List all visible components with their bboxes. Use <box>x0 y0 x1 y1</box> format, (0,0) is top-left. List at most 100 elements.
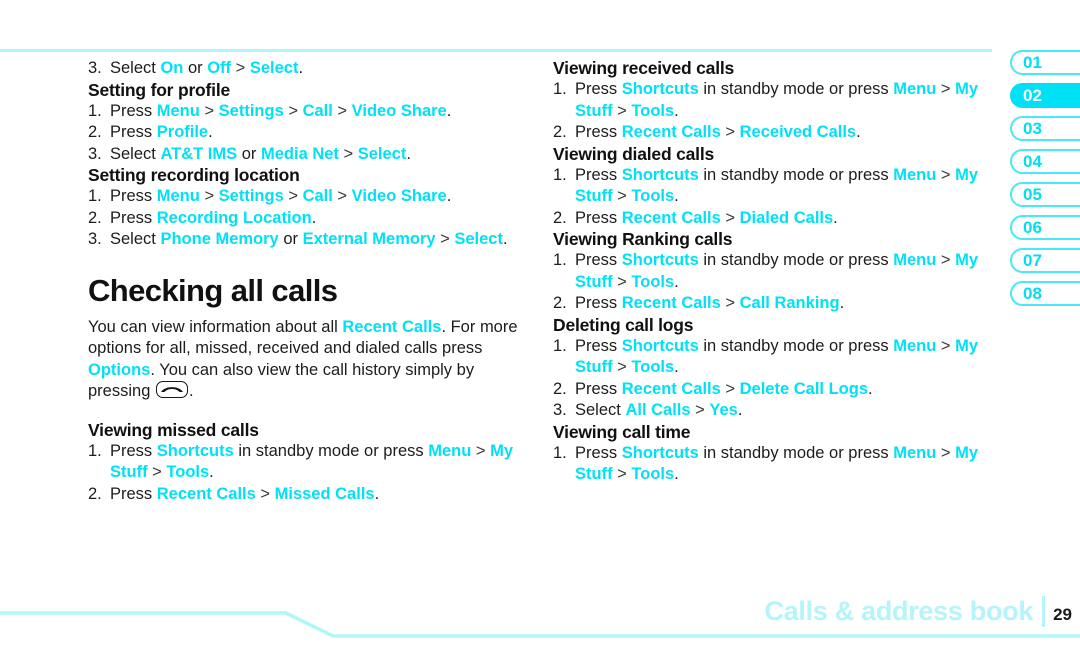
chapter-tab-08[interactable]: 08 <box>1010 281 1080 306</box>
step-number: 1. <box>88 101 102 120</box>
step-text: Press <box>575 336 622 355</box>
steps-viewing-ranking-calls: 1. Press Shortcuts in standby mode or pr… <box>553 250 993 315</box>
keyword-menu: Menu <box>156 187 200 205</box>
step-number: 2. <box>88 484 102 503</box>
step-text: in standby mode or press <box>698 251 894 269</box>
end-call-key-icon <box>155 381 188 398</box>
keyword-att-ims: AT&T IMS <box>160 144 238 163</box>
step-text: Press <box>575 443 622 462</box>
step-number: 2. <box>88 123 102 141</box>
steps-viewing-missed-calls: 1. Press Shortcuts in standby mode or pr… <box>88 441 528 506</box>
heading-viewing-missed-calls: Viewing missed calls <box>88 419 259 440</box>
step-text: in standby mode or press <box>698 336 894 355</box>
step-separator: > <box>936 336 956 355</box>
step-separator: > <box>283 187 303 205</box>
keyword-video-share: Video Share <box>351 187 447 205</box>
list-item: 1. Press Shortcuts in standby mode or pr… <box>88 441 528 484</box>
step-text: Press <box>575 379 622 398</box>
step-text: . <box>674 101 679 120</box>
step-number: 1. <box>553 443 567 462</box>
page-number: 29 <box>1053 605 1072 624</box>
step-text: . <box>856 123 861 141</box>
keyword-yes: Yes <box>709 401 738 419</box>
right-column: Viewing received calls 1. Press Shortcut… <box>553 58 993 486</box>
chapter-tab-04[interactable]: 04 <box>1010 149 1080 174</box>
step-separator: > <box>283 101 303 120</box>
step-text: . <box>674 358 679 376</box>
step-separator: > <box>231 59 250 77</box>
step-text: Press <box>575 294 622 312</box>
chapter-tab-05[interactable]: 05 <box>1010 182 1080 207</box>
step-separator: > <box>936 443 956 462</box>
list-item: 2. Press Recent Calls > Received Calls. <box>553 122 993 144</box>
keyword-menu: Menu <box>893 251 937 269</box>
list-item: 2. Press Recent Calls > Dialed Calls. <box>553 208 993 230</box>
step-number: 1. <box>553 251 567 269</box>
paragraph-text: You can view information about all <box>88 317 343 336</box>
chapter-tab-01[interactable]: 01 <box>1010 50 1080 75</box>
step-separator: > <box>612 272 632 291</box>
keyword-shortcuts: Shortcuts <box>621 336 699 355</box>
step-separator: > <box>936 80 956 98</box>
steps-setting-for-profile: 1. Press Menu > Settings > Call > Video … <box>88 101 528 166</box>
step-text: Press <box>110 441 157 460</box>
paragraph-text: . <box>188 382 194 400</box>
keyword-all-calls: All Calls <box>625 401 691 419</box>
keyword-select: Select <box>454 230 503 248</box>
step-number: 2. <box>88 208 102 227</box>
step-number: 1. <box>553 165 567 184</box>
step-text: . <box>298 59 304 77</box>
step-text: . <box>737 401 743 419</box>
step-separator: > <box>435 230 455 248</box>
chapter-tab-02[interactable]: 02 <box>1010 83 1080 108</box>
step-separator: > <box>332 187 352 205</box>
step-separator: > <box>255 484 275 503</box>
heading-viewing-call-time: Viewing call time <box>553 421 691 442</box>
step-separator: > <box>471 441 491 460</box>
chapter-tab-06[interactable]: 06 <box>1010 215 1080 240</box>
keyword-recent-calls: Recent Calls <box>621 208 721 227</box>
step-text: or <box>237 144 261 163</box>
step-text: . <box>839 294 845 312</box>
chapter-tab-07[interactable]: 07 <box>1010 248 1080 273</box>
step-text: Press <box>110 187 157 205</box>
step-number: 1. <box>88 187 102 205</box>
keyword-call-ranking: Call Ranking <box>739 294 840 312</box>
page-title-checking-all-calls: Checking all calls <box>88 272 338 308</box>
chapter-tab-rail: 01 02 03 04 05 06 07 08 <box>1010 50 1080 314</box>
step-number: 2. <box>553 123 567 141</box>
step-text: Select <box>575 401 626 419</box>
heading-viewing-received-calls: Viewing received calls <box>553 58 735 78</box>
list-item: 3. Select On or Off > Select. <box>88 58 528 80</box>
list-item: 1. Press Shortcuts in standby mode or pr… <box>553 165 993 208</box>
step-text: Press <box>110 208 157 227</box>
step-text: . <box>868 379 873 398</box>
step-number: 2. <box>553 379 567 398</box>
list-item: 2. Press Profile. <box>88 122 528 144</box>
keyword-external-memory: External Memory <box>302 230 436 248</box>
keyword-menu: Menu <box>893 165 937 184</box>
list-item: 2. Press Recording Location. <box>88 208 528 230</box>
step-separator: > <box>612 358 632 376</box>
step-separator: > <box>720 379 740 398</box>
step-separator: > <box>199 101 219 120</box>
keyword-tools: Tools <box>631 465 675 483</box>
keyword-profile: Profile <box>156 123 209 141</box>
step-number: 2. <box>553 294 567 312</box>
heading-viewing-ranking-calls: Viewing Ranking calls <box>553 229 733 249</box>
step-separator: > <box>612 187 632 205</box>
keyword-settings: Settings <box>218 101 284 120</box>
list-item: 1. Press Menu > Settings > Call > Video … <box>88 186 528 208</box>
step-number: 1. <box>88 441 102 460</box>
chapter-tab-03[interactable]: 03 <box>1010 116 1080 141</box>
keyword-menu: Menu <box>893 336 937 355</box>
step-separator: > <box>147 463 167 481</box>
keyword-recording-location: Recording Location <box>156 208 312 227</box>
keyword-tools: Tools <box>631 272 675 291</box>
step-text: Press <box>575 208 622 227</box>
step-text: . <box>502 230 508 248</box>
keyword-options: Options <box>88 360 151 379</box>
step-text: or <box>183 59 208 77</box>
paragraph-checking-all-calls: You can view information about all Recen… <box>88 317 528 403</box>
step-separator: > <box>720 294 740 312</box>
